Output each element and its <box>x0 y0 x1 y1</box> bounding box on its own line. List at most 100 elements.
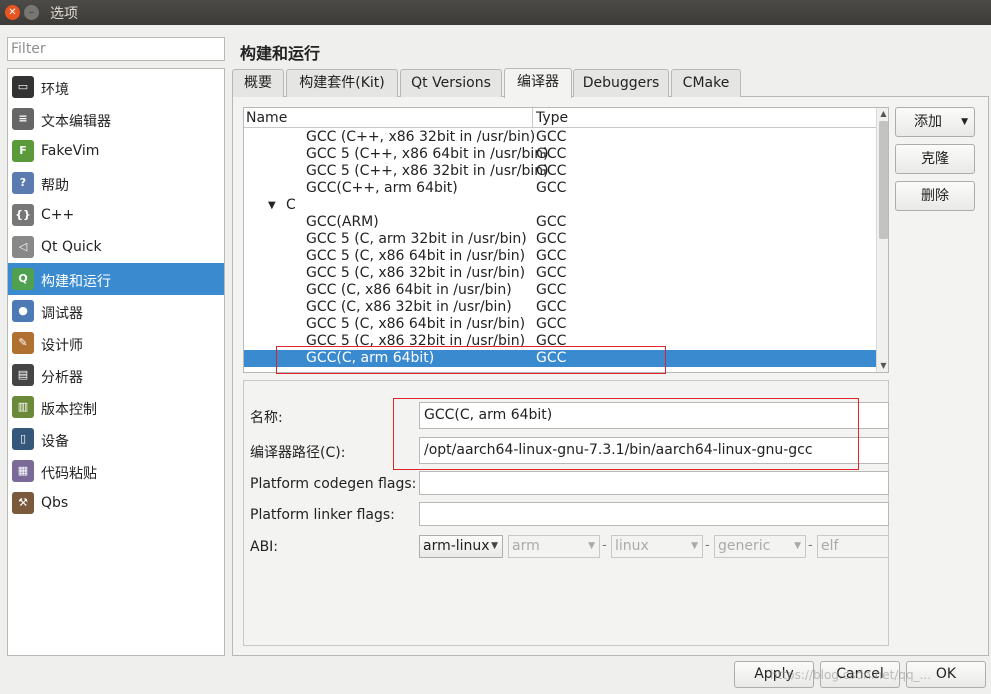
compiler-type: GCC <box>536 129 567 145</box>
tree-row[interactable]: GCC (C, x86 32bit in /usr/bin) GCC <box>244 299 876 316</box>
compiler-name: GCC 5 (C, x86 32bit in /usr/bin) <box>306 265 526 281</box>
name-field[interactable]: GCC(C, arm 64bit) <box>419 402 889 429</box>
sidebar-item-label: 设计师 <box>41 338 83 354</box>
compiler-type: GCC <box>536 231 567 247</box>
compiler-type: GCC <box>536 333 567 349</box>
tab[interactable]: CMake <box>671 69 741 97</box>
abi-select-arch[interactable]: arm ▼ <box>508 535 600 558</box>
clone-button[interactable]: 克隆 <box>895 144 975 174</box>
sidebar-item[interactable]: ▤ 分析器 <box>8 359 224 391</box>
tree-row[interactable]: GCC (C, x86 64bit in /usr/bin) GCC <box>244 282 876 299</box>
tree-row[interactable]: GCC 5 (C, x86 64bit in /usr/bin) GCC <box>244 248 876 265</box>
compiler-tree: Name Type GCC (C++, x86 32bit in /usr/bi… <box>243 107 889 373</box>
minimize-icon[interactable]: – <box>24 5 39 20</box>
tree-row[interactable]: GCC (C++, x86 32bit in /usr/bin) GCC <box>244 129 876 146</box>
compiler-type: GCC <box>536 282 567 298</box>
tree-row[interactable]: GCC 5 (C++, x86 64bit in /usr/bin) GCC <box>244 146 876 163</box>
filter-input[interactable] <box>7 37 225 61</box>
tree-row[interactable]: GCC(C, arm 64bit) GCC <box>244 350 876 367</box>
help-icon: ? <box>12 172 34 194</box>
chevron-down-icon: ▼ <box>794 541 801 551</box>
sidebar-item[interactable]: {} C++ <box>8 199 224 231</box>
sidebar-item-label: Qt Quick <box>41 239 102 255</box>
window-title: 选项 <box>50 6 78 22</box>
sidebar-item-label: 版本控制 <box>41 402 97 418</box>
compiler-type: GCC <box>536 350 567 366</box>
sidebar-item[interactable]: ≡ 文本编辑器 <box>8 103 224 135</box>
abi-select-format[interactable]: elf <box>817 535 889 558</box>
sidebar-item-label: C++ <box>41 207 75 223</box>
sidebar-item[interactable]: ▭ 环境 <box>8 71 224 103</box>
tab[interactable]: 编译器 <box>504 68 572 98</box>
tree-scrollbar[interactable]: ▲ ▼ <box>876 108 888 372</box>
tree-row[interactable]: GCC(C++, arm 64bit) GCC <box>244 180 876 197</box>
compiler-type: GCC <box>536 180 567 196</box>
header-type[interactable]: Type <box>536 110 568 126</box>
tree-group[interactable]: ▼ C <box>244 197 876 214</box>
chevron-down-icon: ▼ <box>691 541 698 551</box>
sidebar-item-label: 环境 <box>41 82 69 98</box>
tree-row[interactable]: GCC 5 (C++, x86 32bit in /usr/bin) GCC <box>244 163 876 180</box>
ok-button[interactable]: OK <box>906 661 986 688</box>
sidebar-item[interactable]: ▥ 版本控制 <box>8 391 224 423</box>
tree-row[interactable]: GCC 5 (C, arm 32bit in /usr/bin) GCC <box>244 231 876 248</box>
build-run-icon: Q <box>12 268 34 290</box>
tree-row[interactable]: GCC 5 (C, x86 32bit in /usr/bin) GCC <box>244 265 876 282</box>
codegen-flags-field[interactable] <box>419 471 889 495</box>
close-icon[interactable]: ✕ <box>5 5 20 20</box>
scroll-down-icon[interactable]: ▼ <box>878 360 888 372</box>
compiler-name: GCC 5 (C, arm 32bit in /usr/bin) <box>306 231 527 247</box>
sidebar-item[interactable]: ✎ 设计师 <box>8 327 224 359</box>
compiler-path-field[interactable]: /opt/aarch64-linux-gnu-7.3.1/bin/aarch64… <box>419 437 889 464</box>
compiler-type: GCC <box>536 248 567 264</box>
remove-button[interactable]: 删除 <box>895 181 975 211</box>
abi-select-main[interactable]: arm-linux ▼ <box>419 535 503 558</box>
cancel-button[interactable]: Cancel <box>820 661 900 688</box>
compiler-name: GCC(ARM) <box>306 214 379 230</box>
cpp-braces-icon: {} <box>12 204 34 226</box>
expand-arrow-icon[interactable]: ▼ <box>268 197 276 214</box>
debugger-icon: ● <box>12 300 34 322</box>
page-title: 构建和运行 <box>240 44 321 63</box>
sidebar-item[interactable]: ▦ 代码粘贴 <box>8 455 224 487</box>
sidebar-item[interactable]: ● 调试器 <box>8 295 224 327</box>
compiler-name: GCC (C++, x86 32bit in /usr/bin) <box>306 129 536 145</box>
sidebar-item[interactable]: Q 构建和运行 <box>8 263 224 295</box>
abi-select-flavor[interactable]: generic ▼ <box>714 535 806 558</box>
compiler-name: GCC 5 (C++, x86 32bit in /usr/bin) <box>306 163 549 179</box>
sidebar-item[interactable]: F FakeVim <box>8 135 224 167</box>
apply-button[interactable]: Apply <box>734 661 814 688</box>
add-button[interactable]: 添加 ▼ <box>895 107 975 137</box>
compiler-type: GCC <box>536 265 567 281</box>
linker-flags-field[interactable] <box>419 502 889 526</box>
scroll-up-icon[interactable]: ▲ <box>878 108 888 120</box>
sidebar-item[interactable]: ▯ 设备 <box>8 423 224 455</box>
sidebar-item[interactable]: ⚒ Qbs <box>8 487 224 519</box>
tab[interactable]: 概要 <box>232 69 284 97</box>
codegen-flags-label: Platform codegen flags: <box>250 476 417 492</box>
abi-separator: - <box>808 538 813 553</box>
tree-row[interactable]: GCC 5 (C, x86 64bit in /usr/bin) GCC <box>244 316 876 333</box>
sidebar-item-label: 分析器 <box>41 370 83 386</box>
tab[interactable]: Qt Versions <box>400 69 502 97</box>
compiler-type: GCC <box>536 146 567 162</box>
header-name[interactable]: Name <box>246 110 287 126</box>
compiler-type: GCC <box>536 163 567 179</box>
scrollbar-thumb[interactable] <box>879 121 888 239</box>
tree-row[interactable]: GCC(ARM) GCC <box>244 214 876 231</box>
sidebar-item-label: 设备 <box>41 434 69 450</box>
sidebar-item[interactable]: ◁ Qt Quick <box>8 231 224 263</box>
sidebar-item[interactable]: ? 帮助 <box>8 167 224 199</box>
chevron-down-icon: ▼ <box>588 541 595 551</box>
sidebar-item-label: FakeVim <box>41 143 100 159</box>
abi-select-os[interactable]: linux ▼ <box>611 535 703 558</box>
compiler-type: GCC <box>536 316 567 332</box>
tab[interactable]: Debuggers <box>573 69 669 97</box>
qbs-hammer-icon: ⚒ <box>12 492 34 514</box>
tree-row[interactable]: GCC 5 (C, x86 32bit in /usr/bin) GCC <box>244 333 876 350</box>
analyzer-icon: ▤ <box>12 364 34 386</box>
tab[interactable]: 构建套件(Kit) <box>286 69 398 97</box>
sidebar: ▭ 环境 ≡ 文本编辑器 F FakeVim? 帮助 {} C++ ◁ Qt Quick Q 构建和运行… <box>7 68 225 656</box>
abi-separator: - <box>705 538 710 553</box>
compiler-path-label: 编译器路径(C): <box>250 445 346 461</box>
